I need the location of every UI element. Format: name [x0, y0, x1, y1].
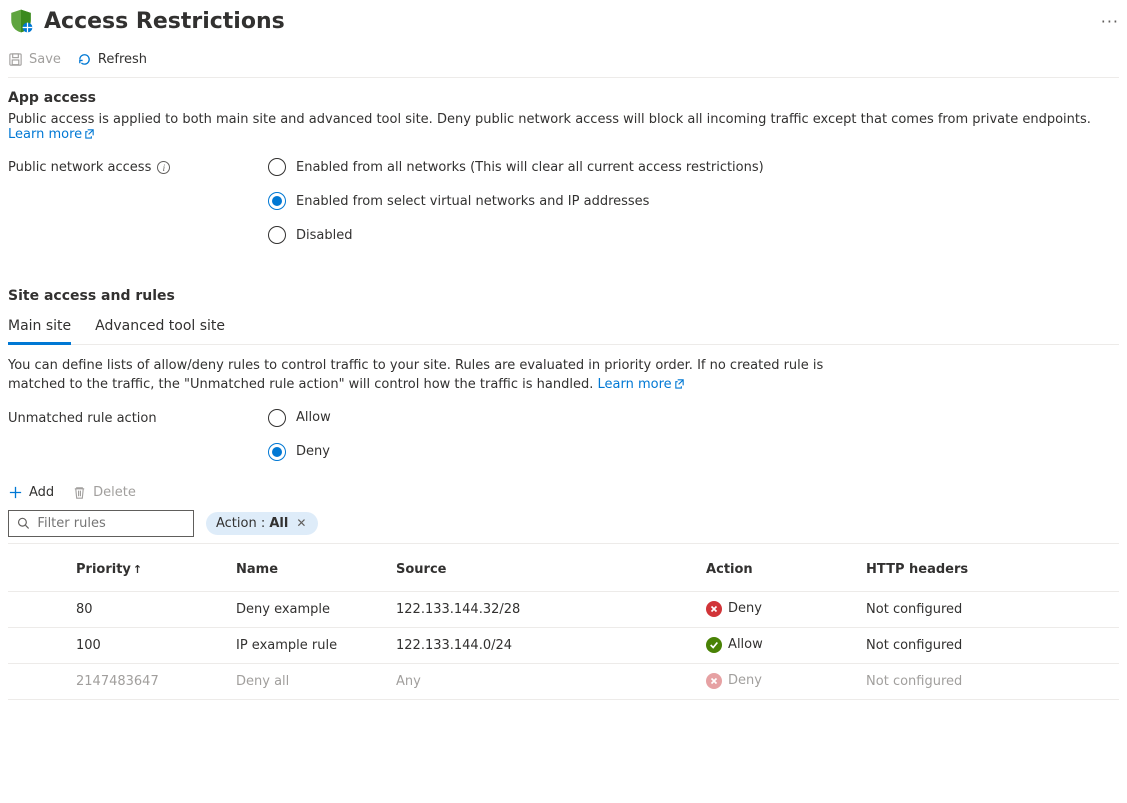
table-row[interactable]: 80Deny example122.133.144.32/28DenyNot c… — [8, 591, 1119, 627]
refresh-button[interactable]: Refresh — [77, 52, 147, 67]
radio-icon — [268, 226, 286, 244]
app-access-learn-more-link[interactable]: Learn more — [8, 127, 95, 142]
close-icon[interactable]: ✕ — [294, 516, 308, 530]
filter-rules-input[interactable] — [35, 515, 185, 532]
checkmark-icon — [706, 637, 722, 653]
radio-icon — [268, 192, 286, 210]
search-icon — [17, 516, 29, 530]
radio-icon — [268, 443, 286, 461]
cell-http-headers: Not configured — [858, 591, 1119, 627]
radio-icon — [268, 409, 286, 427]
cell-name: Deny all — [228, 663, 388, 699]
cell-name: IP example rule — [228, 627, 388, 663]
close-icon — [706, 673, 722, 689]
cell-source: 122.133.144.0/24 — [388, 627, 698, 663]
table-row[interactable]: 100IP example rule122.133.144.0/24AllowN… — [8, 627, 1119, 663]
cell-priority: 100 — [68, 627, 228, 663]
add-rule-button[interactable]: Add — [8, 485, 54, 500]
site-access-description: You can define lists of allow/deny rules… — [8, 357, 828, 395]
tab-main-site[interactable]: Main site — [8, 312, 71, 345]
radio-unmatched-allow[interactable]: Allow — [268, 409, 331, 427]
table-row[interactable]: 2147483647Deny allAnyDenyNot configured — [8, 663, 1119, 699]
cell-http-headers: Not configured — [858, 627, 1119, 663]
radio-enabled-select-networks[interactable]: Enabled from select virtual networks and… — [268, 192, 764, 210]
cell-priority: 2147483647 — [68, 663, 228, 699]
col-priority[interactable]: Priority↑ — [68, 544, 228, 592]
filter-rules-search[interactable] — [8, 510, 194, 537]
app-access-heading: App access — [8, 90, 1119, 106]
radio-unmatched-deny[interactable]: Deny — [268, 443, 331, 461]
more-menu-icon[interactable]: ··· — [1101, 12, 1119, 31]
cell-priority: 80 — [68, 591, 228, 627]
save-button[interactable]: Save — [8, 52, 61, 67]
col-http-headers[interactable]: HTTP headers — [858, 544, 1119, 592]
cell-http-headers: Not configured — [858, 663, 1119, 699]
site-access-heading: Site access and rules — [8, 288, 1119, 304]
col-source[interactable]: Source — [388, 544, 698, 592]
cell-action: Deny — [698, 591, 858, 627]
refresh-label: Refresh — [98, 52, 147, 67]
radio-icon — [268, 158, 286, 176]
unmatched-rule-action-label: Unmatched rule action — [8, 409, 268, 426]
tab-advanced-tool-site[interactable]: Advanced tool site — [95, 312, 225, 344]
cell-action: Allow — [698, 627, 858, 663]
radio-disabled[interactable]: Disabled — [268, 226, 764, 244]
sort-asc-icon: ↑ — [133, 563, 142, 576]
info-icon[interactable]: i — [157, 161, 170, 174]
col-action[interactable]: Action — [698, 544, 858, 592]
cell-action: Deny — [698, 663, 858, 699]
command-bar: Save Refresh — [8, 46, 1119, 78]
shield-icon — [8, 8, 34, 34]
cell-source: 122.133.144.32/28 — [388, 591, 698, 627]
page-title: Access Restrictions — [44, 9, 1091, 34]
radio-enabled-all-networks[interactable]: Enabled from all networks (This will cle… — [268, 158, 764, 176]
site-tabs: Main site Advanced tool site — [8, 312, 1119, 345]
col-name[interactable]: Name — [228, 544, 388, 592]
rules-table: Priority↑ Name Source Action HTTP header… — [8, 544, 1119, 700]
site-access-learn-more-link[interactable]: Learn more — [598, 377, 685, 392]
app-access-description: Public access is applied to both main si… — [8, 112, 1119, 142]
close-icon — [706, 601, 722, 617]
save-label: Save — [29, 52, 61, 67]
filter-chip-action[interactable]: Action : All ✕ — [206, 512, 318, 535]
public-network-access-label: Public network access i — [8, 158, 268, 175]
delete-rule-button[interactable]: Delete — [72, 485, 136, 500]
cell-name: Deny example — [228, 591, 388, 627]
cell-source: Any — [388, 663, 698, 699]
